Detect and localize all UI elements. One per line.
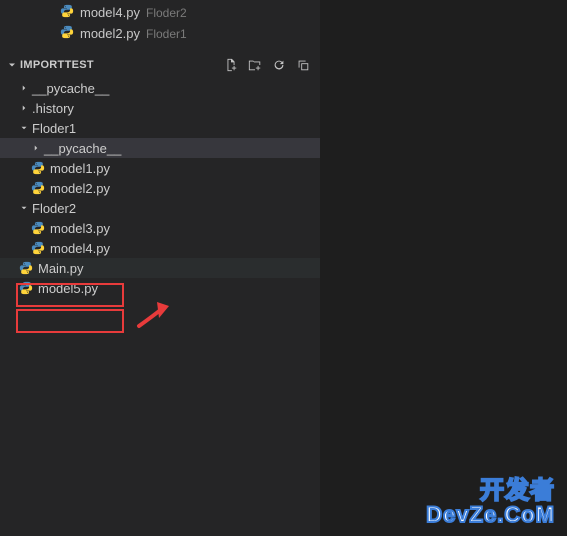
tree-label: model3.py bbox=[50, 221, 110, 236]
tree-file-main[interactable]: Main.py bbox=[0, 258, 320, 278]
python-icon bbox=[60, 4, 74, 21]
new-file-icon[interactable] bbox=[224, 58, 238, 72]
watermark: 开发者 DevZe.CoM bbox=[426, 478, 555, 526]
refresh-icon[interactable] bbox=[272, 58, 286, 72]
chevron-right-icon bbox=[30, 143, 42, 153]
python-icon bbox=[18, 261, 34, 275]
watermark-line2: DevZe.CoM bbox=[426, 503, 555, 526]
python-icon bbox=[30, 221, 46, 235]
open-editor-dir: Floder1 bbox=[146, 27, 187, 41]
section-title: IMPORTTEST bbox=[20, 59, 94, 71]
tree-folder-history[interactable]: .history bbox=[0, 98, 320, 118]
tree-folder-pycache[interactable]: __pycache__ bbox=[0, 78, 320, 98]
python-icon bbox=[30, 181, 46, 195]
tree-label: model2.py bbox=[50, 181, 110, 196]
tree-folder-floder1[interactable]: Floder1 bbox=[0, 118, 320, 138]
python-icon bbox=[30, 161, 46, 175]
tree-folder-floder2[interactable]: Floder2 bbox=[0, 198, 320, 218]
tree-label: Main.py bbox=[38, 261, 84, 276]
open-editor-tab[interactable]: model2.py Floder1 bbox=[60, 23, 320, 44]
tree-file-model3[interactable]: model3.py bbox=[0, 218, 320, 238]
tree-file-model2[interactable]: model2.py bbox=[0, 178, 320, 198]
chevron-right-icon bbox=[18, 103, 30, 113]
open-editors-list: model4.py Floder2 model2.py Floder1 bbox=[0, 0, 320, 48]
open-editor-filename: model2.py bbox=[80, 26, 140, 41]
tree-label: model1.py bbox=[50, 161, 110, 176]
chevron-down-icon bbox=[18, 203, 30, 213]
tree-label: __pycache__ bbox=[44, 141, 121, 156]
tree-file-model5[interactable]: model5.py bbox=[0, 278, 320, 298]
python-icon bbox=[18, 281, 34, 295]
open-editor-dir: Floder2 bbox=[146, 6, 187, 20]
explorer-section-header[interactable]: IMPORTTEST bbox=[0, 54, 320, 76]
chevron-right-icon bbox=[18, 83, 30, 93]
watermark-line1: 开发者 bbox=[426, 478, 555, 503]
open-editor-tab[interactable]: model4.py Floder2 bbox=[60, 2, 320, 23]
collapse-all-icon[interactable] bbox=[296, 58, 310, 72]
tree-file-model4[interactable]: model4.py bbox=[0, 238, 320, 258]
open-editor-filename: model4.py bbox=[80, 5, 140, 20]
file-tree: __pycache__ .history Floder1 __pycache__… bbox=[0, 76, 320, 298]
python-icon bbox=[30, 241, 46, 255]
tree-file-model1[interactable]: model1.py bbox=[0, 158, 320, 178]
sidebar: model4.py Floder2 model2.py Floder1 IMPO… bbox=[0, 0, 320, 536]
tree-folder-floder1-pycache[interactable]: __pycache__ bbox=[0, 138, 320, 158]
tree-label: model5.py bbox=[38, 281, 98, 296]
section-actions bbox=[224, 58, 320, 72]
tree-label: Floder2 bbox=[32, 201, 76, 216]
tree-label: .history bbox=[32, 101, 74, 116]
new-folder-icon[interactable] bbox=[248, 58, 262, 72]
chevron-down-icon bbox=[18, 123, 30, 133]
python-icon bbox=[60, 25, 74, 42]
tree-label: __pycache__ bbox=[32, 81, 109, 96]
tree-label: model4.py bbox=[50, 241, 110, 256]
tree-label: Floder1 bbox=[32, 121, 76, 136]
chevron-down-icon bbox=[6, 59, 18, 71]
